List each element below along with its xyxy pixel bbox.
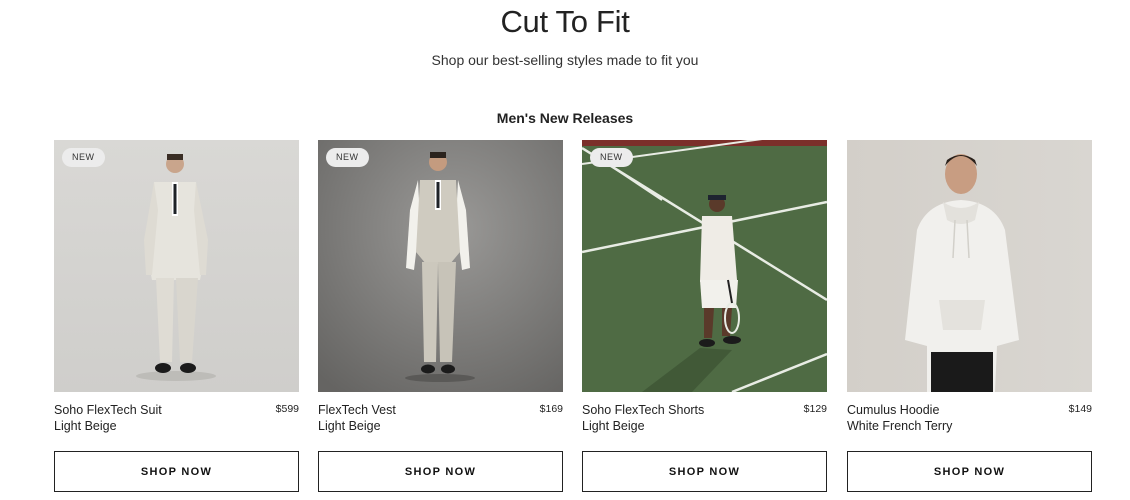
product-price: $169 [539,403,563,415]
product-variant: Light Beige [54,419,117,433]
product-image-shorts[interactable] [582,140,827,392]
shop-now-button[interactable]: SHOP NOW [54,451,299,492]
product-price: $149 [1068,403,1092,415]
shop-now-button[interactable]: SHOP NOW [318,451,563,492]
new-badge: NEW [62,148,105,167]
product-card[interactable]: NEW FlexTech Vest Light Beige $169 SHOP … [318,140,563,492]
shop-now-button[interactable]: SHOP NOW [582,451,827,492]
product-price: $129 [803,403,827,415]
product-card[interactable]: NEW Soho FlexTech Shorts Light Beige $12… [582,140,827,492]
new-badge: NEW [590,148,633,167]
product-image-suit[interactable] [54,140,299,392]
product-image-vest[interactable] [318,140,563,392]
product-image-hoodie[interactable] [847,140,1092,392]
page-title: Cut To Fit [500,4,630,39]
product-card[interactable]: Cumulus Hoodie White French Terry $149 S… [847,140,1092,492]
shop-now-button[interactable]: SHOP NOW [847,451,1092,492]
new-badge: NEW [326,148,369,167]
product-price: $599 [275,403,299,415]
product-name[interactable]: FlexTech Vest [318,403,396,417]
product-variant: White French Terry [847,419,953,433]
section-heading: Men's New Releases [496,110,634,126]
product-name[interactable]: Cumulus Hoodie [847,403,939,417]
product-name[interactable]: Soho FlexTech Suit [54,403,162,417]
page-subtitle: Shop our best-selling styles made to fit… [431,52,699,68]
product-name[interactable]: Soho FlexTech Shorts [582,403,704,417]
product-variant: Light Beige [582,419,645,433]
product-card[interactable]: NEW Soho FlexTech Suit Light Beige $599 … [54,140,299,492]
product-variant: Light Beige [318,419,381,433]
